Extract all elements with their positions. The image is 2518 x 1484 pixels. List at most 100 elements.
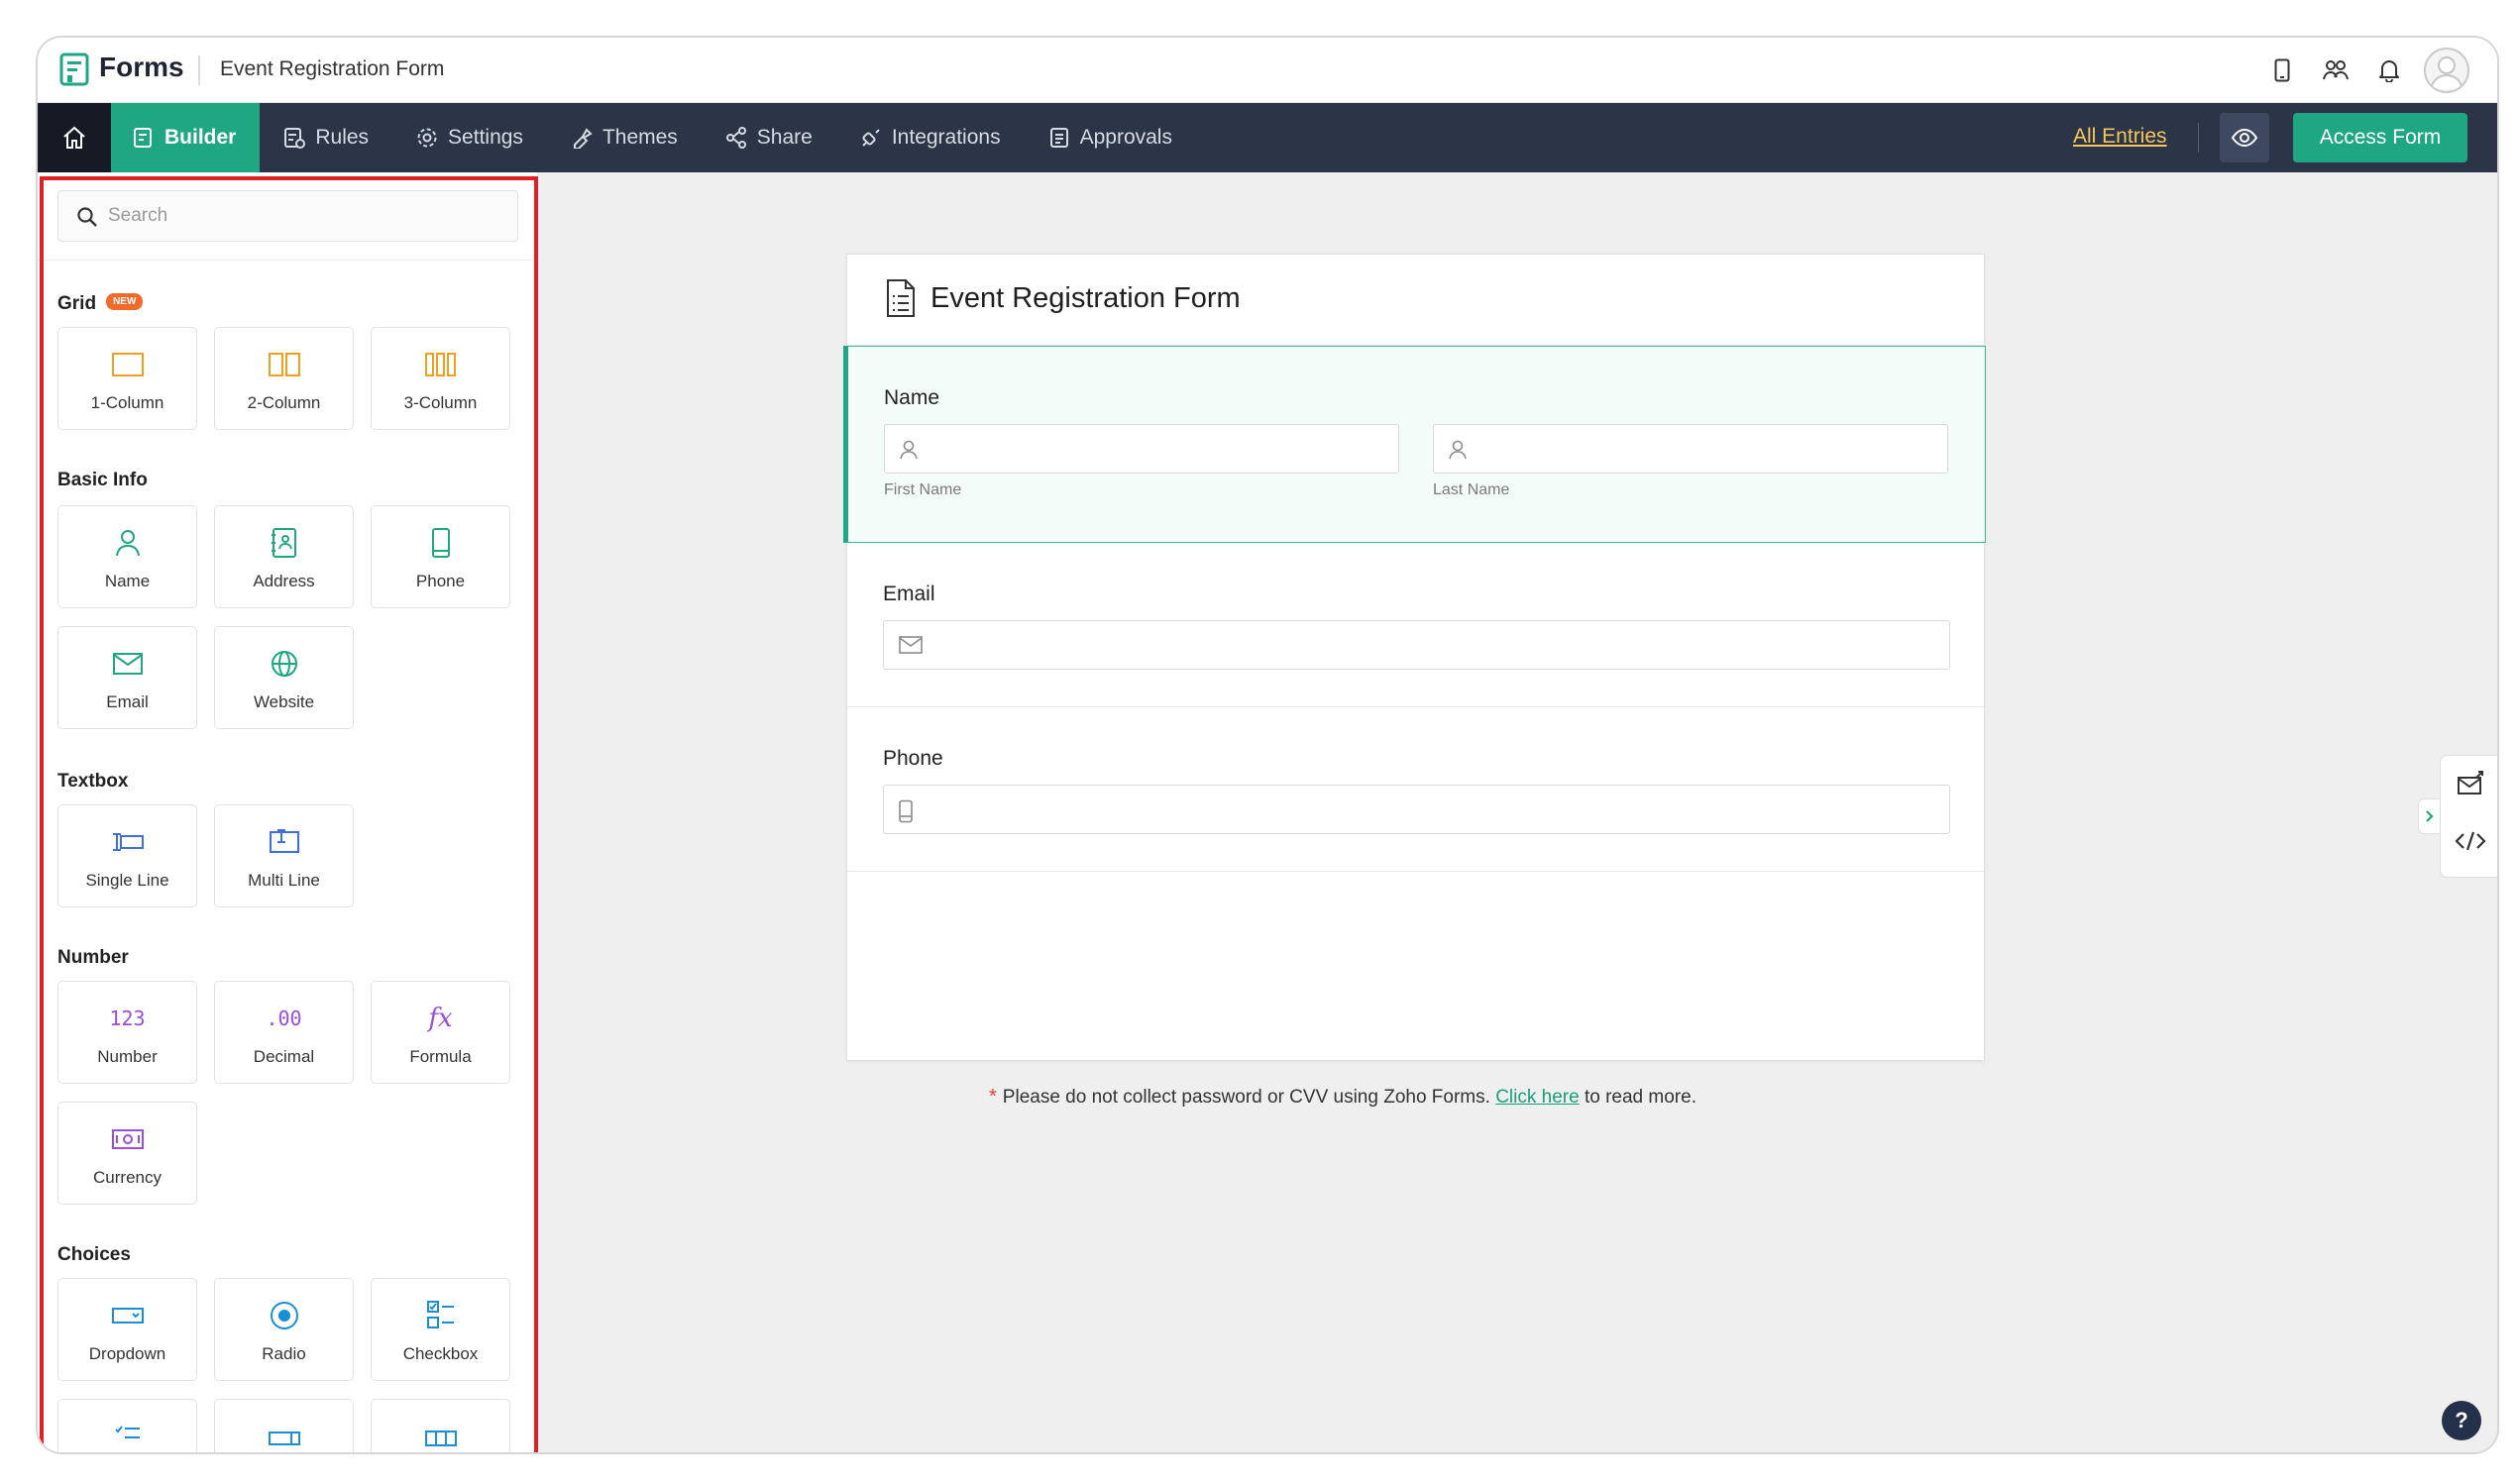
field-label: Email <box>883 583 935 605</box>
tile-checkbox[interactable]: Checkbox <box>371 1278 510 1381</box>
builder-icon <box>134 128 152 148</box>
tile-label: Name <box>104 572 151 590</box>
help-button[interactable]: ? <box>2442 1401 2481 1440</box>
tab-label: Rules <box>315 126 370 149</box>
tile-more[interactable] <box>214 1399 354 1452</box>
tile-name[interactable]: Name <box>57 505 197 608</box>
tab-label: Approvals <box>1079 126 1172 149</box>
home-button[interactable] <box>38 103 111 172</box>
new-badge: NEW <box>106 293 144 311</box>
mobile-preview-icon[interactable] <box>2265 53 2299 87</box>
formula-icon: fx <box>428 1004 453 1033</box>
tile-label: Dropdown <box>88 1344 166 1363</box>
avatar[interactable] <box>2424 48 2469 93</box>
tile-number[interactable]: 123 Number <box>57 981 197 1084</box>
last-name-input[interactable] <box>1433 424 1948 474</box>
three-column-icon <box>424 353 456 376</box>
app-name: Forms <box>99 52 184 82</box>
tab-integrations[interactable]: Integrations <box>836 103 1025 172</box>
tab-label: Themes <box>602 126 678 149</box>
tab-label: Share <box>756 126 813 149</box>
bell-icon[interactable] <box>2372 53 2406 87</box>
preview-button[interactable] <box>2220 113 2269 162</box>
tile-website[interactable]: Website <box>214 626 354 729</box>
tile-3-column[interactable]: 3-Column <box>371 327 510 430</box>
person-icon <box>115 530 140 557</box>
tile-label: 3-Column <box>403 393 478 412</box>
tab-approvals[interactable]: Approvals <box>1025 103 1196 172</box>
phone-icon <box>899 799 913 823</box>
phone-input[interactable] <box>883 785 1950 834</box>
tab-share[interactable]: Share <box>702 103 836 172</box>
tile-2-column[interactable]: 2-Column <box>214 327 354 430</box>
tile-address[interactable]: Address <box>214 505 354 608</box>
tile-more[interactable] <box>371 1399 510 1452</box>
two-column-icon <box>268 353 300 376</box>
section-title-choices: Choices <box>57 1244 131 1265</box>
email-share-icon[interactable] <box>2457 770 2486 802</box>
gear-icon <box>417 128 437 148</box>
click-here-link[interactable]: Click here <box>1495 1087 1579 1108</box>
form-header: Event Registration Form <box>847 255 1984 346</box>
dock-expand-button[interactable] <box>2418 798 2440 834</box>
tile-label: Address <box>253 572 315 590</box>
address-book-icon <box>271 528 296 558</box>
tile-dropdown[interactable]: Dropdown <box>57 1278 197 1381</box>
multi-line-icon <box>269 829 299 853</box>
approvals-icon <box>1049 128 1068 148</box>
disclaimer: * Please do not collect password or CVV u… <box>989 1086 1697 1109</box>
form-title: Event Registration Form <box>220 57 445 80</box>
last-name-sublabel: Last Name <box>1433 481 1510 498</box>
tab-settings[interactable]: Settings <box>392 103 547 172</box>
field-name-section[interactable]: Name First Name Last Name <box>843 346 1986 543</box>
email-input[interactable] <box>883 620 1950 670</box>
search-icon <box>77 207 97 227</box>
tile-decimal[interactable]: .00 Decimal <box>214 981 354 1084</box>
tile-email[interactable]: Email <box>57 626 197 729</box>
tile-multi-line[interactable]: Multi Line <box>214 804 354 907</box>
first-name-input[interactable] <box>884 424 1399 474</box>
right-dock <box>2440 755 2497 878</box>
app-window: Forms Event Registration Form Builder Ru… <box>36 36 2499 1454</box>
form-heading: Event Registration Form <box>931 282 1241 314</box>
tile-label: Decimal <box>253 1047 315 1066</box>
field-email-section[interactable]: Email <box>847 543 1984 707</box>
tile-label: Formula <box>409 1047 472 1066</box>
image-choice-icon <box>268 1431 300 1445</box>
section-title-text: Grid <box>57 293 97 314</box>
tab-builder[interactable]: Builder <box>111 103 261 172</box>
tab-rules[interactable]: Rules <box>260 103 392 172</box>
matrix-icon <box>424 1431 457 1446</box>
search-box <box>57 190 518 242</box>
collaborators-icon[interactable] <box>2319 53 2353 87</box>
search-input[interactable] <box>108 191 504 241</box>
divider <box>2198 123 2199 153</box>
themes-icon <box>573 128 593 149</box>
tile-single-line[interactable]: Single Line <box>57 804 197 907</box>
tab-themes[interactable]: Themes <box>547 103 702 172</box>
embed-code-icon[interactable] <box>2455 829 2486 858</box>
section-title-textbox: Textbox <box>57 771 129 792</box>
first-name-sublabel: First Name <box>884 481 962 498</box>
number-icon: 123 <box>109 1007 146 1030</box>
home-icon <box>63 126 85 149</box>
form-document-icon <box>887 279 915 317</box>
tile-1-column[interactable]: 1-Column <box>57 327 197 430</box>
field-label: Phone <box>883 747 943 770</box>
tile-label: Radio <box>262 1344 306 1363</box>
person-icon <box>1449 440 1467 460</box>
tile-radio[interactable]: Radio <box>214 1278 354 1381</box>
tile-currency[interactable]: Currency <box>57 1102 197 1205</box>
tile-phone[interactable]: Phone <box>371 505 510 608</box>
tile-formula[interactable]: fx Formula <box>371 981 510 1084</box>
all-entries-link[interactable]: All Entries <box>2073 125 2167 149</box>
field-phone-section[interactable]: Phone <box>847 707 1984 872</box>
currency-icon <box>111 1129 144 1149</box>
section-title-basic-info: Basic Info <box>57 470 148 490</box>
divider <box>198 55 200 85</box>
one-column-icon <box>111 353 144 376</box>
access-form-button[interactable]: Access Form <box>2293 113 2467 162</box>
form-canvas: Event Registration Form Name First Name … <box>538 172 2497 1452</box>
tab-label: Integrations <box>891 126 1001 149</box>
tile-more[interactable] <box>57 1399 197 1452</box>
